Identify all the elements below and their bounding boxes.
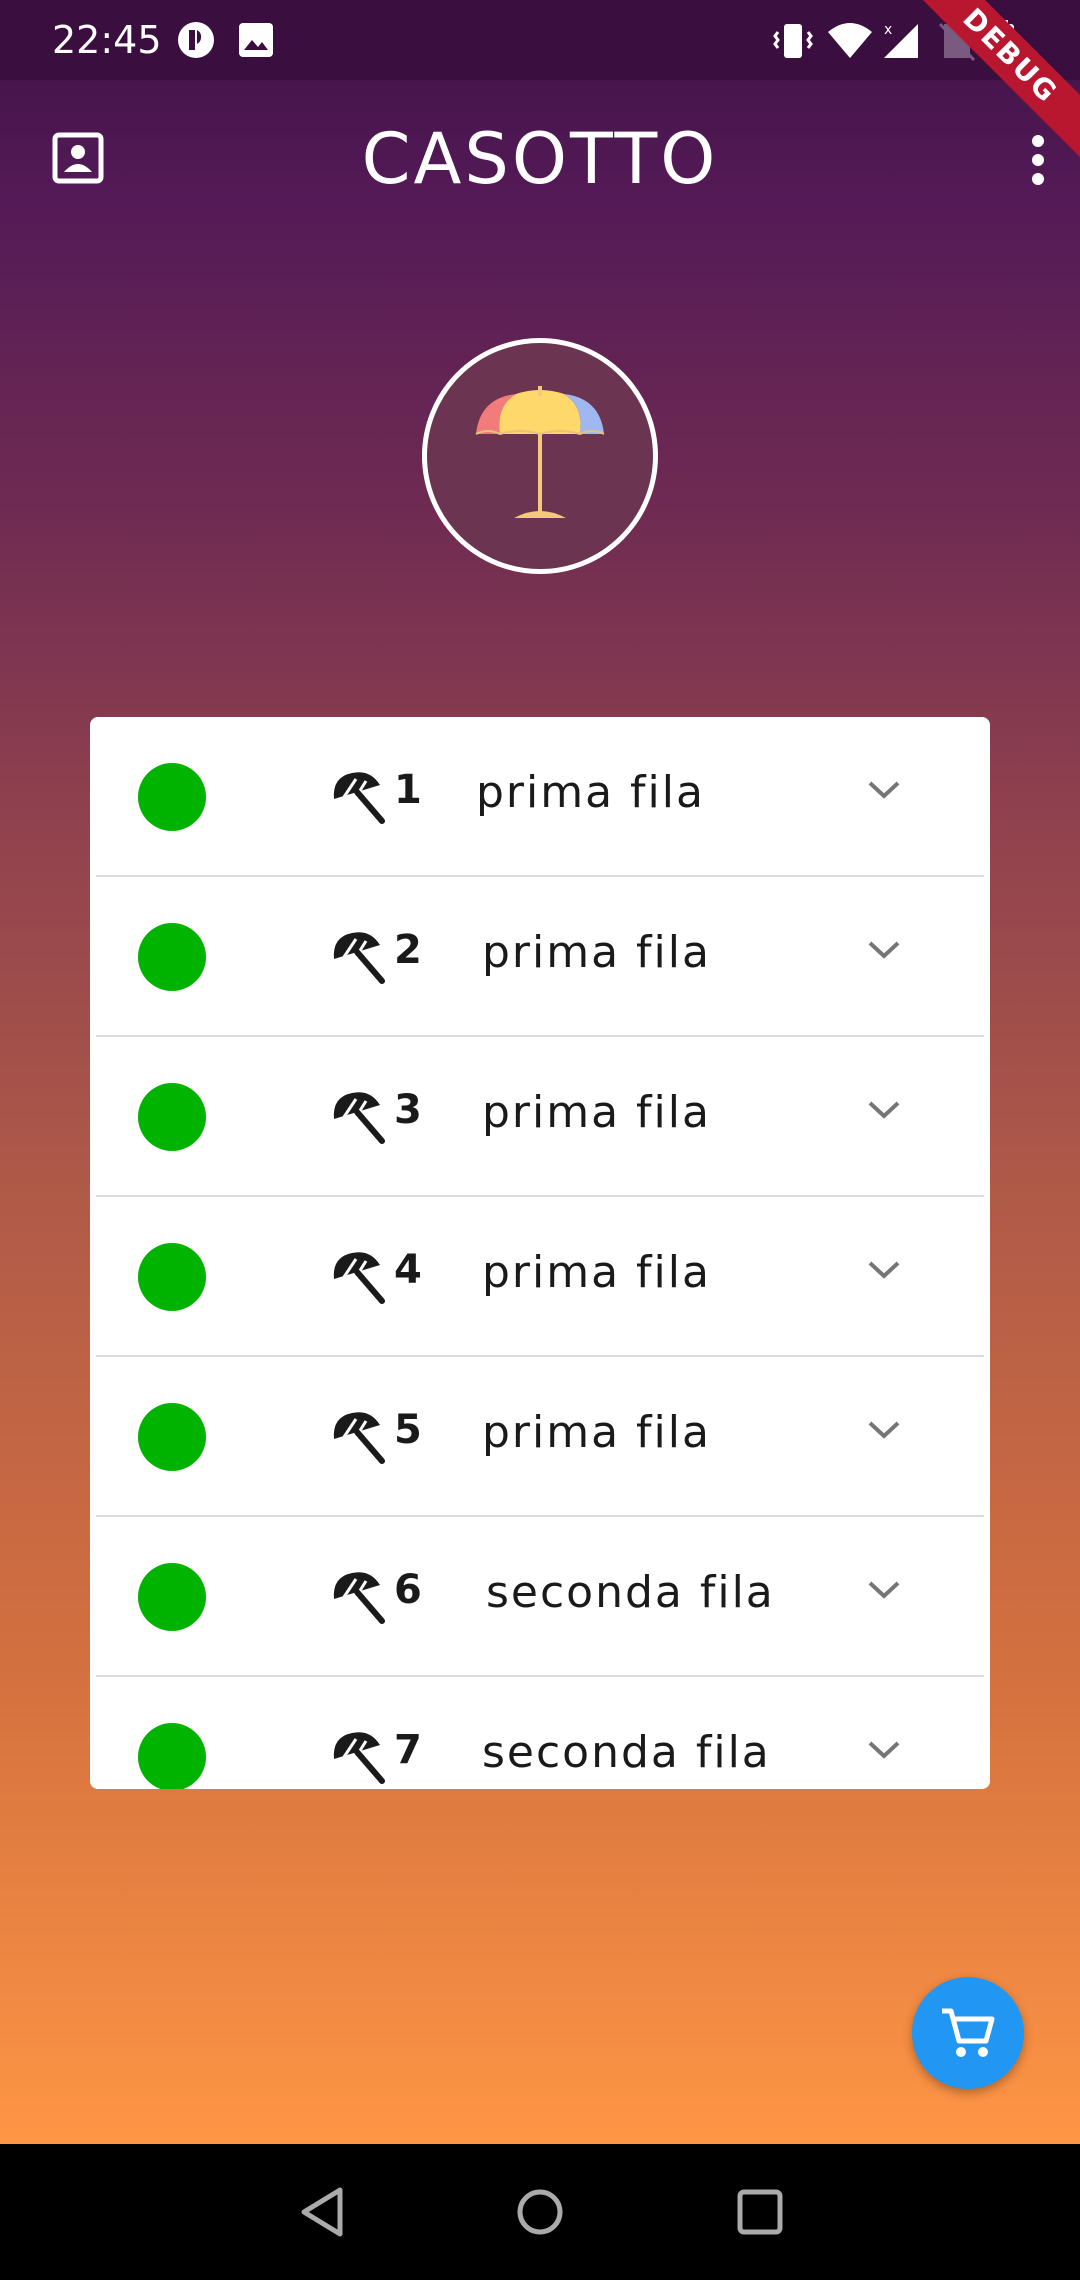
chevron-down-icon[interactable] bbox=[866, 1579, 902, 1601]
status-indicator bbox=[138, 1563, 206, 1631]
svg-text:x: x bbox=[884, 22, 892, 38]
recents-icon[interactable] bbox=[734, 2184, 786, 2240]
row-label: seconda fila bbox=[486, 1567, 775, 1618]
shopping-cart-icon bbox=[942, 2008, 995, 2057]
image-icon bbox=[239, 23, 273, 57]
row-label: prima fila bbox=[482, 927, 711, 978]
list-item[interactable]: 6 seconda fila bbox=[96, 1517, 984, 1677]
app-title: CASOTTO bbox=[361, 118, 719, 200]
chevron-down-icon[interactable] bbox=[866, 939, 902, 961]
status-time: 22:45 bbox=[52, 18, 162, 62]
umbrella-number: 1 bbox=[394, 767, 422, 813]
list-item[interactable]: 2 prima fila bbox=[96, 877, 984, 1037]
list-item[interactable]: 1 prima fila bbox=[96, 717, 984, 877]
list-item[interactable]: 7 seconda fila bbox=[96, 1677, 984, 1789]
list-item[interactable]: 3 prima fila bbox=[96, 1037, 984, 1197]
row-label: prima fila bbox=[482, 1247, 711, 1298]
row-label: prima fila bbox=[482, 1407, 711, 1458]
status-indicator bbox=[138, 1723, 206, 1789]
status-bar: 22:45 x DEBUG bbox=[0, 0, 1080, 164]
umbrella-icon bbox=[333, 932, 385, 984]
umbrella-number: 5 bbox=[394, 1407, 422, 1453]
beach-umbrella-icon bbox=[475, 386, 605, 518]
umbrella-icon bbox=[333, 1732, 385, 1784]
umbrella-icon bbox=[333, 1572, 385, 1624]
signal-icon: x bbox=[884, 22, 918, 58]
avatar bbox=[422, 338, 658, 574]
status-indicator bbox=[138, 1243, 206, 1311]
vibrate-icon bbox=[773, 24, 813, 58]
status-indicator bbox=[138, 763, 206, 831]
chevron-down-icon[interactable] bbox=[866, 779, 902, 801]
notification-icon bbox=[178, 22, 214, 58]
home-icon[interactable] bbox=[514, 2184, 566, 2240]
chevron-down-icon[interactable] bbox=[866, 1099, 902, 1121]
umbrella-icon bbox=[333, 772, 385, 824]
list-item[interactable]: 5 prima fila bbox=[96, 1357, 984, 1517]
status-indicator bbox=[138, 1403, 206, 1471]
umbrella-list: 1 prima fila 2 prima fila 3 prima fila 4… bbox=[90, 717, 990, 1789]
row-label: prima fila bbox=[476, 767, 705, 818]
wifi-icon bbox=[828, 23, 872, 58]
umbrella-number: 2 bbox=[394, 927, 422, 973]
back-icon[interactable] bbox=[296, 2184, 348, 2240]
navigation-bar bbox=[0, 2144, 1080, 2280]
list-item[interactable]: 4 prima fila bbox=[96, 1197, 984, 1357]
row-label: seconda fila bbox=[482, 1727, 771, 1778]
status-indicator bbox=[138, 923, 206, 991]
chevron-down-icon[interactable] bbox=[866, 1259, 902, 1281]
chevron-down-icon[interactable] bbox=[866, 1739, 902, 1761]
cart-button[interactable] bbox=[912, 1977, 1024, 2089]
umbrella-icon bbox=[333, 1412, 385, 1464]
umbrella-number: 4 bbox=[394, 1247, 422, 1293]
umbrella-number: 6 bbox=[394, 1567, 422, 1613]
umbrella-number: 7 bbox=[394, 1727, 422, 1773]
app-screen: 22:45 x DEBUG CASOTTO 1 prima fila 2 pri… bbox=[0, 0, 1080, 2144]
chevron-down-icon[interactable] bbox=[866, 1419, 902, 1441]
umbrella-icon bbox=[333, 1092, 385, 1144]
more-vert-icon[interactable] bbox=[1030, 135, 1046, 185]
umbrella-icon bbox=[333, 1252, 385, 1304]
status-indicator bbox=[138, 1083, 206, 1151]
row-label: prima fila bbox=[482, 1087, 711, 1138]
umbrella-number: 3 bbox=[394, 1087, 422, 1133]
